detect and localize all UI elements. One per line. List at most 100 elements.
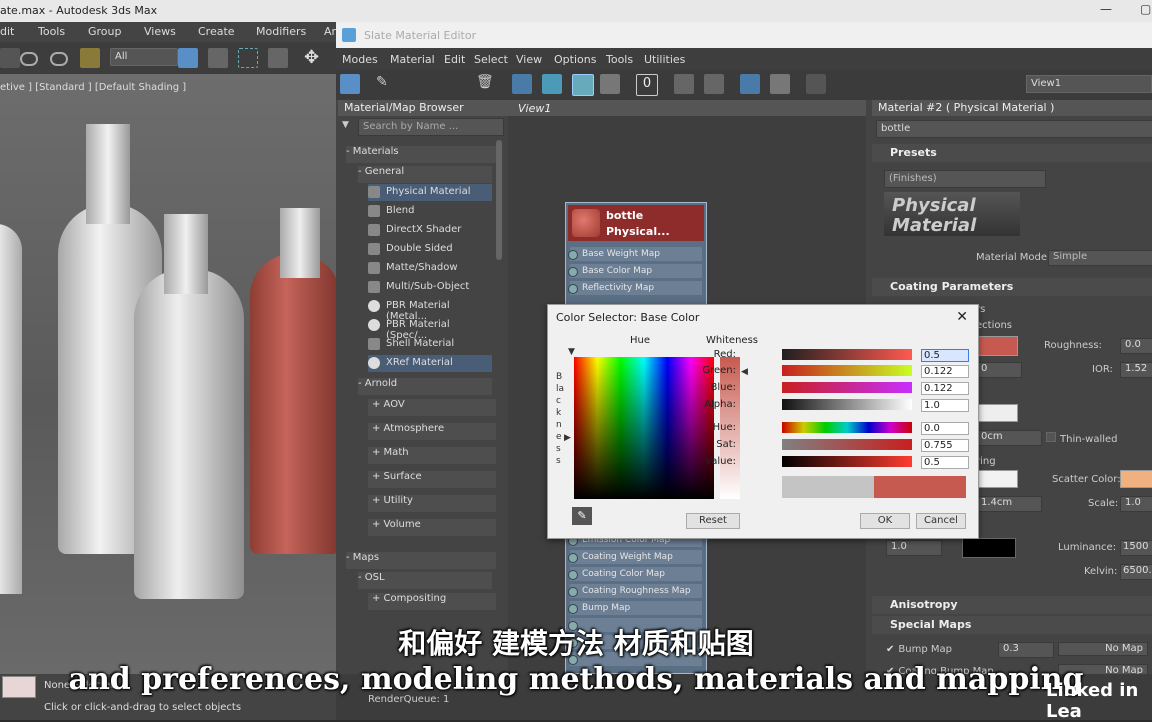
kelvin-spinner[interactable]: 6500.0	[1120, 564, 1152, 580]
blackness-pointer-icon[interactable]: ▶	[564, 433, 571, 443]
input-socket-icon[interactable]	[568, 250, 578, 260]
category-math[interactable]: + Math	[368, 447, 496, 464]
slot-base-color-map[interactable]: Base Color Map	[568, 264, 702, 278]
rect-selection-icon[interactable]	[238, 48, 258, 68]
link-icon[interactable]	[20, 52, 38, 66]
input-socket-icon[interactable]	[568, 553, 578, 563]
select-by-name-icon[interactable]	[208, 48, 228, 68]
coating-color-swatch[interactable]	[976, 336, 1018, 356]
list-item-physical-material[interactable]: Physical Material	[368, 184, 492, 201]
minimize-icon[interactable]: —	[1100, 2, 1112, 16]
input-socket-icon[interactable]	[568, 604, 578, 614]
show-shaded-icon[interactable]	[572, 74, 594, 96]
green-spinner[interactable]: 0.122	[921, 365, 969, 378]
luminance-spinner[interactable]: 1500	[1120, 540, 1152, 556]
list-item[interactable]: Multi/Sub-Object	[368, 279, 492, 296]
scale-length-spinner[interactable]: 1.4cm	[976, 496, 1042, 512]
select-tool-icon[interactable]	[340, 74, 360, 94]
group-osl[interactable]: - OSL	[358, 572, 492, 589]
selected-red-bottle[interactable]	[250, 254, 336, 554]
slate-menu-material[interactable]: Material	[390, 53, 435, 66]
hue-spinner[interactable]: 0.0	[921, 422, 969, 435]
select-object-icon[interactable]	[178, 48, 198, 68]
list-item[interactable]: Blend	[368, 203, 492, 220]
move-icon[interactable]: ✥	[304, 48, 324, 68]
search-input[interactable]: Search by Name ...	[358, 118, 504, 136]
slot-coating-weight-map[interactable]: Coating Weight Map	[568, 550, 702, 564]
reset-button[interactable]: Reset	[686, 513, 740, 529]
alpha-slider[interactable]	[782, 399, 912, 410]
list-item[interactable]: Matte/Shadow	[368, 260, 492, 277]
layout-all-icon[interactable]	[674, 74, 694, 94]
menu-animation[interactable]: Ar	[324, 25, 336, 38]
presets-dropdown[interactable]: (Finishes)	[884, 170, 1046, 188]
group-arnold[interactable]: - Arnold	[358, 378, 492, 395]
menu-views[interactable]: Views	[144, 25, 176, 38]
list-item[interactable]: DirectX Shader	[368, 222, 492, 239]
input-socket-icon[interactable]	[568, 284, 578, 294]
cancel-button[interactable]: Cancel	[916, 513, 966, 529]
bind-space-warp-icon[interactable]	[80, 48, 100, 68]
slate-menu-edit[interactable]: Edit	[444, 53, 465, 66]
category-utility[interactable]: + Utility	[368, 495, 496, 512]
category-atmosphere[interactable]: + Atmosphere	[368, 423, 496, 440]
input-socket-icon[interactable]	[568, 267, 578, 277]
slot-bump-map[interactable]: Bump Map	[568, 601, 702, 615]
hue-pointer-icon[interactable]: ▼	[568, 347, 575, 357]
bottle-mesh[interactable]	[0, 224, 22, 594]
blue-slider[interactable]	[782, 382, 912, 393]
hue-blackness-field[interactable]	[574, 357, 714, 499]
ok-button[interactable]: OK	[860, 513, 910, 529]
list-item[interactable]: Shell Material	[368, 336, 492, 353]
slot-coating-color-map[interactable]: Coating Color Map	[568, 567, 702, 581]
green-slider[interactable]	[782, 365, 912, 376]
maximize-icon[interactable]: ▢	[1140, 2, 1151, 16]
alpha-spinner[interactable]: 1.0	[921, 399, 969, 412]
search-dropdown-icon[interactable]: ▼	[342, 120, 349, 130]
depth-spinner[interactable]: 0cm	[976, 430, 1042, 446]
slate-menu-modes[interactable]: Modes	[342, 53, 378, 66]
emission-color-swatch[interactable]	[962, 538, 1016, 558]
scatter-swatch[interactable]	[976, 470, 1018, 488]
ior-spinner[interactable]: 1.52	[1120, 362, 1152, 378]
menu-edit[interactable]: dit	[0, 25, 14, 38]
slate-menu-tools[interactable]: Tools	[606, 53, 633, 66]
undo-icon[interactable]	[0, 48, 20, 68]
whiteness-pointer-icon[interactable]: ◀	[741, 367, 748, 377]
menu-create[interactable]: Create	[198, 25, 235, 38]
checkbox-icon[interactable]	[1046, 432, 1056, 442]
menu-modifiers[interactable]: Modifiers	[256, 25, 306, 38]
material-id-icon[interactable]: 0	[636, 74, 658, 96]
spinner[interactable]: 0	[976, 362, 1022, 378]
group-maps[interactable]: - Maps	[346, 552, 496, 569]
group-materials[interactable]: - Materials	[346, 146, 496, 163]
color-swatch[interactable]	[976, 404, 1018, 422]
menu-group[interactable]: Group	[88, 25, 122, 38]
parameter-editor-icon[interactable]	[770, 74, 790, 94]
slot-base-weight-map[interactable]: Base Weight Map	[568, 247, 702, 261]
select-by-material-icon[interactable]	[806, 74, 826, 94]
sat-spinner[interactable]: 0.755	[921, 439, 969, 452]
layout-children-icon[interactable]	[704, 74, 724, 94]
view-dropdown[interactable]: View1	[1026, 75, 1152, 93]
hide-unused-slots-icon[interactable]	[542, 74, 562, 94]
scale-spinner[interactable]: 1.0	[1120, 496, 1152, 512]
list-item[interactable]: Double Sided	[368, 241, 492, 258]
list-item[interactable]: PBR Material (Spec/...	[368, 317, 492, 341]
view-tab[interactable]: View1	[518, 102, 551, 115]
bottle-mesh[interactable]	[134, 269, 244, 599]
show-background-icon[interactable]	[600, 74, 620, 94]
slate-menu-utilities[interactable]: Utilities	[644, 53, 685, 66]
rollout-coating[interactable]: Coating Parameters	[872, 278, 1152, 296]
slot-coating-roughness-map[interactable]: Coating Roughness Map	[568, 584, 702, 598]
list-item[interactable]: PBR Material (Metal...	[368, 298, 492, 322]
slate-menu-options[interactable]: Options	[554, 53, 596, 66]
material-map-browser-icon[interactable]	[740, 74, 760, 94]
viewport-label[interactable]: etive ] [Standard ] [Default Shading ]	[0, 82, 186, 93]
browser-scrollbar[interactable]	[496, 140, 502, 260]
eyedropper-icon[interactable]: ✎	[572, 507, 592, 525]
unlink-icon[interactable]	[50, 52, 68, 66]
thin-walled-checkbox[interactable]: Thin-walled	[1046, 432, 1118, 445]
slot-reflectivity-map[interactable]: Reflectivity Map	[568, 281, 702, 295]
selection-filter-dropdown[interactable]: All	[110, 48, 178, 66]
